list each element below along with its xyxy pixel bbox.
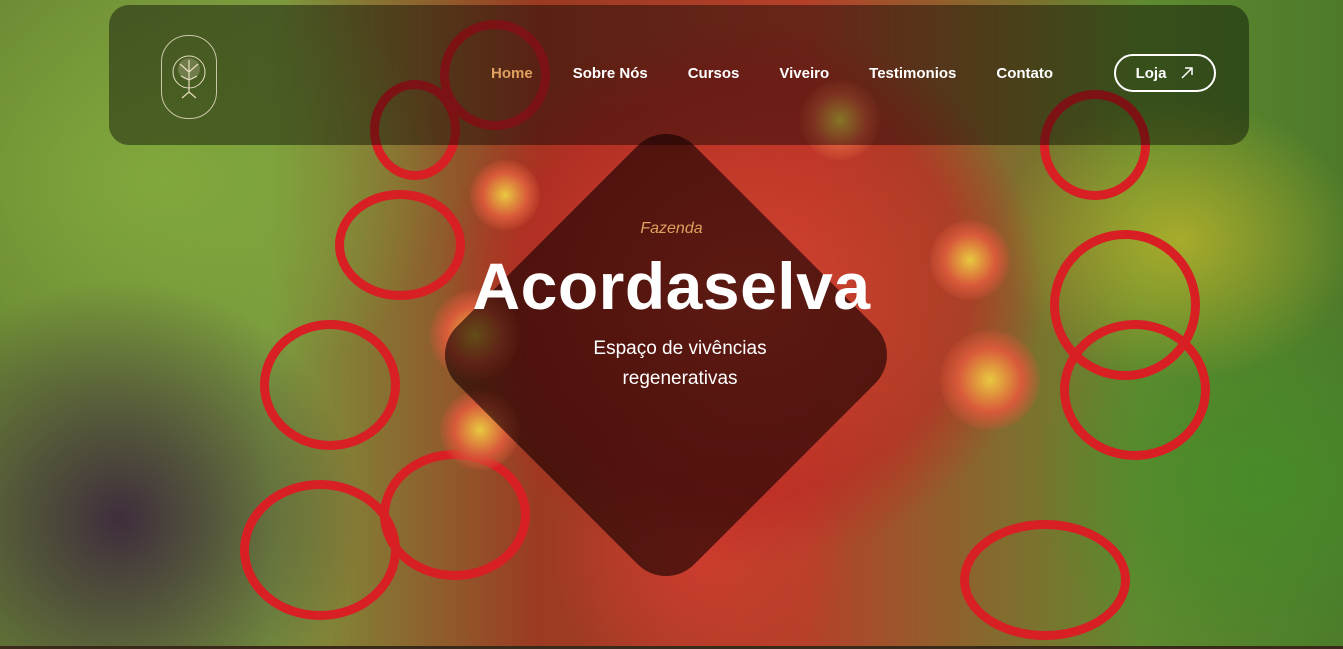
hero-title: Acordaselva	[472, 249, 871, 323]
petal-shape	[960, 520, 1130, 640]
nav-item-contato[interactable]: Contato	[996, 65, 1053, 83]
nav-item-cursos[interactable]: Cursos	[688, 65, 740, 83]
tree-logo-icon	[172, 55, 206, 99]
site-logo[interactable]	[161, 35, 217, 119]
petal-shape	[1060, 320, 1210, 460]
nav-item-sobre-nos[interactable]: Sobre Nós	[573, 65, 648, 83]
nav-item-viveiro[interactable]: Viveiro	[779, 65, 829, 83]
main-menu: Home Sobre Nós Cursos Viveiro Testimonio…	[491, 65, 1093, 83]
top-navigation: Home Sobre Nós Cursos Viveiro Testimonio…	[109, 5, 1249, 145]
petal-bud	[940, 330, 1040, 430]
petal-shape	[260, 320, 400, 450]
petal-shape	[240, 480, 400, 620]
nav-item-home[interactable]: Home	[491, 65, 533, 83]
nav-item-testimonios[interactable]: Testimonios	[869, 65, 956, 83]
hero-eyebrow: Fazenda	[640, 220, 703, 237]
shop-button[interactable]: Loja	[1114, 54, 1216, 92]
shop-button-label: Loja	[1135, 64, 1167, 82]
hero-subtitle: Espaço de vivências regenerativas	[593, 338, 767, 389]
petal-shape	[380, 450, 530, 580]
arrow-up-right-icon	[1181, 67, 1194, 79]
